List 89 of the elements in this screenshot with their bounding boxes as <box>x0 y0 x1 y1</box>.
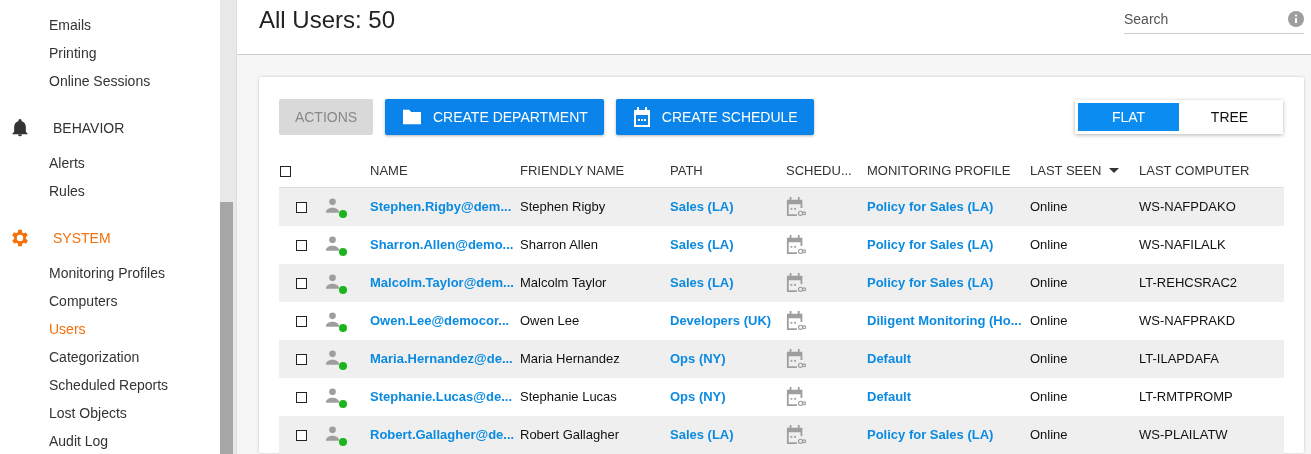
calendar-icon[interactable] <box>786 386 806 407</box>
sidebar-item[interactable]: Rules <box>49 183 85 199</box>
section-heading[interactable]: SYSTEM <box>53 230 111 246</box>
sort-caret-icon <box>1109 167 1120 173</box>
computer-name: LT-RMTPROMP <box>1139 389 1233 404</box>
profile-link[interactable]: Policy for Sales (LA) <box>867 237 994 252</box>
calendar-icon[interactable] <box>786 196 806 217</box>
create-button[interactable]: CREATE SCHEDULE <box>615 99 814 135</box>
sidebar-item[interactable]: Scheduled Reports <box>49 377 169 393</box>
search-field[interactable]: Search <box>1124 6 1280 32</box>
computer-name: WS-NAFPDAKO <box>1139 199 1236 215</box>
calendar-icon[interactable] <box>786 348 806 369</box>
friendly-name: Maria Hernandez <box>520 351 620 366</box>
user-email-link[interactable]: Sharron.Allen@demo... <box>370 237 514 252</box>
calendar-icon[interactable] <box>786 234 806 255</box>
column-header[interactable]: FRIENDLY NAME <box>520 162 625 178</box>
column-header[interactable]: SCHEDU... <box>786 162 852 178</box>
calendar-icon[interactable] <box>786 310 806 331</box>
checkbox[interactable] <box>296 278 307 290</box>
column-header[interactable]: LAST SEEN <box>1030 162 1120 178</box>
view-tab[interactable]: FLAT <box>1078 103 1179 131</box>
checkbox[interactable] <box>296 392 307 404</box>
checkbox[interactable] <box>296 354 307 366</box>
friendly-name: Owen Lee <box>520 313 580 328</box>
folder-icon <box>401 108 423 126</box>
page-title: All Users: 50 <box>259 6 396 34</box>
column-header[interactable]: PATH <box>670 162 703 178</box>
scrollbar-thumb[interactable] <box>220 202 233 454</box>
sidebar-item[interactable]: Users <box>49 321 86 337</box>
calendar-icon[interactable] <box>786 272 806 293</box>
sidebar-item[interactable]: Audit Log <box>49 433 109 449</box>
friendly-name: Malcolm Taylor <box>520 275 607 290</box>
sidebar-item[interactable]: Alerts <box>49 155 85 171</box>
column-header[interactable]: MONITORING PROFILE <box>867 162 1011 178</box>
sidebar-item[interactable]: Categorization <box>49 349 140 365</box>
last-seen: Online <box>1030 427 1068 442</box>
sidebar-item[interactable]: Monitoring Profiles <box>49 265 165 281</box>
sidebar-item[interactable]: Computers <box>49 293 118 309</box>
profile-link[interactable]: Policy for Sales (LA) <box>867 199 994 215</box>
sidebar-item[interactable]: Emails <box>49 17 91 33</box>
last-seen: Online <box>1030 237 1068 252</box>
calendar-icon[interactable] <box>786 424 806 445</box>
computer-name: LT-ILAPDAFA <box>1139 351 1219 366</box>
sidebar-item[interactable]: Lost Objects <box>49 405 127 421</box>
friendly-name: Stephanie Lucas <box>520 389 617 404</box>
column-header[interactable]: NAME <box>370 162 408 178</box>
gear-icon <box>9 227 31 249</box>
profile-link[interactable]: Policy for Sales (LA) <box>867 275 994 290</box>
last-seen: Online <box>1030 199 1068 215</box>
section-heading[interactable]: BEHAVIOR <box>53 120 125 136</box>
friendly-name: Sharron Allen <box>520 237 599 252</box>
user-email-link[interactable]: Owen.Lee@democor... <box>370 313 510 328</box>
checkbox[interactable] <box>296 316 307 328</box>
sidebar-item[interactable]: Printing <box>49 45 97 61</box>
computer-name: WS-NAFPRAKD <box>1139 313 1236 328</box>
computer-name: WS-PLAILATW <box>1139 427 1228 442</box>
last-seen: Online <box>1030 275 1068 290</box>
computer-name: LT-REHCSRAC2 <box>1139 275 1237 290</box>
path-link[interactable]: Ops (NY) <box>670 351 726 366</box>
checkbox[interactable] <box>296 430 307 442</box>
last-seen: Online <box>1030 389 1068 404</box>
calendar-icon <box>631 106 652 128</box>
last-seen: Online <box>1030 313 1068 328</box>
user-email-link[interactable]: Stephanie.Lucas@de... <box>370 389 512 404</box>
path-link[interactable]: Developers (UK) <box>670 313 772 328</box>
last-seen: Online <box>1030 351 1068 366</box>
checkbox[interactable] <box>296 202 307 214</box>
user-email-link[interactable]: Stephen.Rigby@dem... <box>370 199 512 215</box>
user-email-link[interactable]: Malcolm.Taylor@dem... <box>370 275 514 290</box>
path-link[interactable]: Sales (LA) <box>670 275 734 290</box>
sidebar-item[interactable]: Online Sessions <box>49 73 151 89</box>
path-link[interactable]: Sales (LA) <box>670 199 734 215</box>
user-email-link[interactable]: Robert.Gallagher@de... <box>370 427 515 442</box>
friendly-name: Robert Gallagher <box>520 427 619 442</box>
profile-link[interactable]: Policy for Sales (LA) <box>867 427 994 442</box>
profile-link[interactable]: Default <box>867 351 912 366</box>
path-link[interactable]: Sales (LA) <box>670 237 734 252</box>
computer-name: WS-NAFILALK <box>1139 237 1226 252</box>
create-button[interactable]: CREATE DEPARTMENT <box>385 99 604 135</box>
checkbox[interactable] <box>280 165 291 177</box>
profile-link[interactable]: Diligent Monitoring (Ho... <box>867 313 1022 328</box>
checkbox[interactable] <box>296 240 307 252</box>
column-header[interactable]: LAST COMPUTER <box>1139 162 1250 178</box>
friendly-name: Stephen Rigby <box>520 199 606 215</box>
user-email-link[interactable]: Maria.Hernandez@de... <box>370 351 513 366</box>
path-link[interactable]: Sales (LA) <box>670 427 734 442</box>
info-icon[interactable] <box>1288 11 1304 27</box>
path-link[interactable]: Ops (NY) <box>670 389 726 404</box>
profile-link[interactable]: Default <box>867 389 912 404</box>
